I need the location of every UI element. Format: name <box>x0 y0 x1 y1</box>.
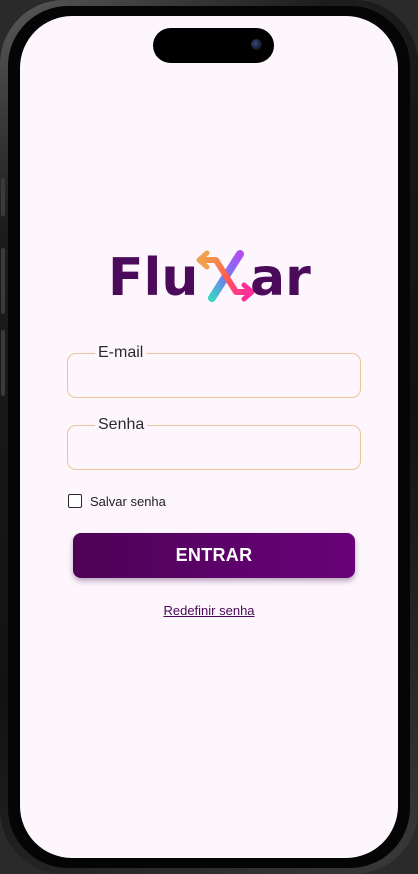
logo-text-right: ar <box>250 248 311 308</box>
password-input[interactable] <box>80 438 352 462</box>
camera-icon <box>251 39 262 50</box>
login-button[interactable]: ENTRAR <box>73 533 355 578</box>
save-password-checkbox[interactable] <box>68 494 82 508</box>
reset-password-link[interactable]: Redefinir senha <box>20 603 398 618</box>
password-field[interactable]: Senha <box>67 416 361 470</box>
email-input[interactable] <box>80 366 352 390</box>
app-screen: Flu ar E-mail Senha Salvar senha ENTRAR … <box>20 16 398 858</box>
dynamic-island <box>153 28 274 63</box>
fluxar-logo: Flu ar <box>108 248 323 308</box>
action-button <box>1 178 5 216</box>
email-field[interactable]: E-mail <box>67 344 361 398</box>
save-password-option[interactable]: Salvar senha <box>68 492 166 510</box>
email-label: E-mail <box>95 344 147 362</box>
logo-x-arrows-icon <box>196 250 255 302</box>
save-password-label[interactable]: Salvar senha <box>90 494 166 509</box>
password-label: Senha <box>95 416 148 434</box>
logo-text-left: Flu <box>108 248 199 308</box>
phone-frame: Flu ar E-mail Senha Salvar senha ENTRAR … <box>0 0 418 874</box>
volume-down-button <box>1 330 5 396</box>
volume-up-button <box>1 248 5 314</box>
